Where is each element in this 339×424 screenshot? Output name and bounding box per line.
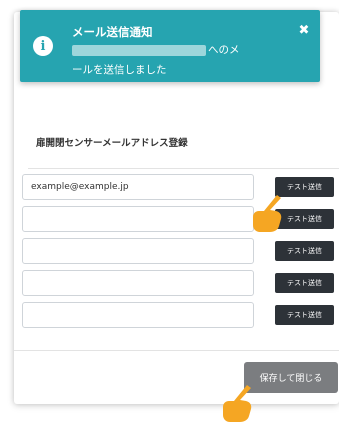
toast-title: メール送信通知 <box>72 25 153 39</box>
footer-divider <box>14 350 339 351</box>
email-row: テスト送信 <box>22 174 337 200</box>
email-field-2[interactable] <box>22 206 254 232</box>
email-row: テスト送信 <box>22 302 337 328</box>
toast-message-line2: ールを送信しました <box>72 64 167 76</box>
redacted-email <box>72 44 206 56</box>
email-row: テスト送信 <box>22 238 337 264</box>
email-field-1[interactable] <box>22 174 254 200</box>
notification-toast: i メール送信通知 へのメ ールを送信しました ✖ <box>20 10 320 82</box>
email-row: テスト送信 <box>22 270 337 296</box>
test-send-button-5[interactable]: テスト送信 <box>275 305 334 325</box>
toast-message-suffix: へのメ <box>208 44 240 56</box>
email-field-5[interactable] <box>22 302 254 328</box>
test-send-button-3[interactable]: テスト送信 <box>275 241 334 261</box>
pointer-hand-icon <box>253 195 282 232</box>
info-icon: i <box>33 36 53 56</box>
close-icon[interactable]: ✖ <box>296 22 312 38</box>
email-row: テスト送信 <box>22 206 337 232</box>
toast-message-line1: へのメ <box>72 42 240 57</box>
modal-title: 扉開閉センサーメールアドレス登録 <box>36 138 188 149</box>
email-field-3[interactable] <box>22 238 254 264</box>
save-and-close-button[interactable]: 保存して閉じる <box>244 362 338 393</box>
pointer-hand-icon <box>223 385 252 422</box>
email-field-4[interactable] <box>22 270 254 296</box>
test-send-button-4[interactable]: テスト送信 <box>275 273 334 293</box>
header-divider <box>28 168 339 169</box>
